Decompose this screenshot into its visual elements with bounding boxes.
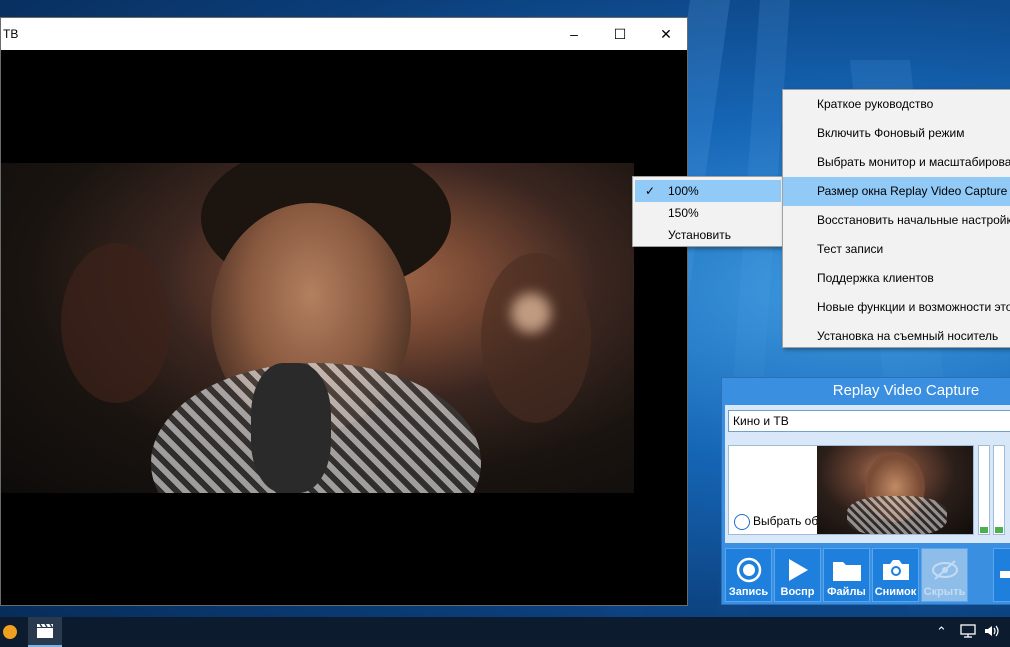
close-button[interactable]: ✕ bbox=[643, 18, 689, 50]
menu-item-new-features[interactable]: Новые функции и возможности это bbox=[783, 293, 1010, 322]
record-label: Запись bbox=[728, 586, 769, 598]
player-window[interactable]: ТВ – ☐ ✕ bbox=[0, 17, 688, 606]
rvc-toolbar: Запись Воспр Файлы Снимок Скрыть bbox=[725, 548, 1010, 602]
hide-button[interactable]: Скрыть bbox=[921, 548, 968, 602]
submenu-item-label: Установить bbox=[668, 228, 731, 242]
menu-item-label: Поддержка клиентов bbox=[817, 271, 934, 285]
select-area-radio[interactable] bbox=[734, 514, 750, 530]
network-icon[interactable] bbox=[960, 624, 976, 641]
video-frame bbox=[1, 163, 634, 493]
snapshot-label: Снимок bbox=[874, 586, 917, 598]
context-menu: Краткое руководство Включить Фоновый реж… bbox=[782, 89, 1010, 348]
rvc-title: Replay Video Capture bbox=[832, 382, 980, 399]
play-button[interactable]: Воспр bbox=[774, 548, 821, 602]
submenu-item-custom[interactable]: Установить bbox=[635, 224, 781, 246]
preview-panel: Выбрать об bbox=[728, 445, 974, 535]
player-titlebar[interactable]: ТВ – ☐ ✕ bbox=[1, 18, 687, 50]
player-title: ТВ bbox=[3, 27, 19, 41]
menu-item-label: Новые функции и возможности это bbox=[817, 300, 1010, 314]
submenu-item-100[interactable]: ✓ 100% bbox=[635, 180, 781, 202]
folder-icon bbox=[824, 555, 869, 585]
submenu-item-150[interactable]: 150% bbox=[635, 202, 781, 224]
menu-item-label: Тест записи bbox=[817, 242, 884, 256]
check-icon: ✓ bbox=[645, 184, 656, 198]
files-button[interactable]: Файлы bbox=[823, 548, 870, 602]
minimize-icon: – bbox=[570, 26, 578, 42]
menu-item-support[interactable]: Поддержка клиентов bbox=[783, 264, 1010, 293]
select-area-label: Выбрать об bbox=[753, 514, 819, 528]
record-icon bbox=[726, 555, 771, 585]
play-icon bbox=[775, 555, 820, 585]
menu-item-label: Включить Фоновый режим bbox=[817, 126, 965, 140]
rvc-minimize-button[interactable] bbox=[993, 548, 1010, 602]
files-label: Файлы bbox=[827, 586, 866, 598]
chevron-up-icon[interactable]: ⌃ bbox=[936, 624, 947, 640]
taskbar: ⌃ bbox=[0, 617, 1010, 647]
menu-item-removable-install[interactable]: Установка на съемный носитель bbox=[783, 322, 1010, 351]
hide-label: Скрыть bbox=[923, 586, 966, 598]
menu-item-restore-defaults[interactable]: Восстановить начальные настройк bbox=[783, 206, 1010, 235]
menu-item-label: Краткое руководство bbox=[817, 97, 934, 111]
menu-item-background-mode[interactable]: Включить Фоновый режим bbox=[783, 119, 1010, 148]
menu-item-test-recording[interactable]: Тест записи bbox=[783, 235, 1010, 264]
audio-level-meter-right bbox=[993, 445, 1005, 535]
play-label: Воспр bbox=[780, 586, 815, 598]
snapshot-button[interactable]: Снимок bbox=[872, 548, 919, 602]
video-app-icon[interactable] bbox=[28, 617, 62, 647]
record-button[interactable]: Запись bbox=[725, 548, 772, 602]
submenu-item-label: 150% bbox=[668, 206, 699, 220]
camera-icon bbox=[873, 555, 918, 585]
menu-item-label: Установка на съемный носитель bbox=[817, 329, 999, 343]
hide-eye-icon bbox=[922, 555, 967, 585]
menu-item-label: Выбрать монитор и масштабирова bbox=[817, 155, 1010, 169]
menu-item-label: Восстановить начальные настройк bbox=[817, 213, 1010, 227]
maximize-button[interactable]: ☐ bbox=[597, 18, 643, 50]
minus-icon bbox=[1000, 571, 1010, 578]
menu-item-quick-guide[interactable]: Краткое руководство bbox=[783, 90, 1010, 119]
menu-item-window-size[interactable]: Размер окна Replay Video Capture bbox=[783, 177, 1010, 206]
close-icon: ✕ bbox=[660, 25, 672, 42]
replay-video-capture-window[interactable]: Replay Video Capture Кино и ТВ Выбрать о… bbox=[721, 377, 1010, 605]
maximize-icon: ☐ bbox=[613, 25, 627, 42]
audio-level-meter-left bbox=[978, 445, 990, 535]
menu-item-label: Размер окна Replay Video Capture bbox=[817, 184, 1008, 198]
volume-icon[interactable] bbox=[984, 624, 1000, 641]
rvc-body: Кино и ТВ Выбрать об bbox=[725, 405, 1010, 543]
window-size-submenu: ✓ 100% 150% Установить bbox=[632, 176, 784, 247]
source-selector[interactable]: Кино и ТВ bbox=[728, 410, 1010, 432]
submenu-item-label: 100% bbox=[668, 184, 699, 198]
menu-item-monitor-scale[interactable]: Выбрать монитор и масштабирова bbox=[783, 148, 1010, 177]
preview-thumbnail bbox=[817, 446, 973, 534]
orange-app-icon[interactable] bbox=[0, 617, 20, 647]
minimize-button[interactable]: – bbox=[551, 18, 597, 50]
